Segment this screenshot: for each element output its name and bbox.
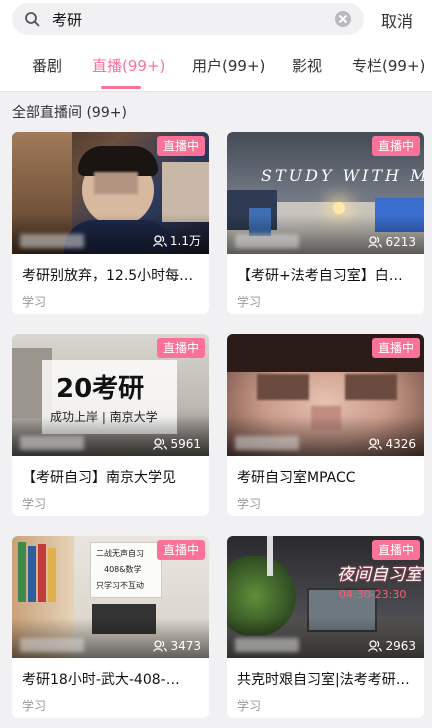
tab-live[interactable]: 直播(99+)	[92, 55, 165, 76]
live-badge: 直播中	[371, 136, 420, 156]
card-tag: 学习	[22, 295, 47, 309]
card-title: 考研自习室MPACC	[237, 470, 356, 486]
live-room-card[interactable]: 二战无声自习 408&数学 只学习不互动 直播中 3473 考研18小时-武大-…	[12, 536, 209, 718]
card-thumbnail: 夜间自习室 04:30-23:30 直播中 2963	[227, 536, 424, 658]
search-box[interactable]	[12, 3, 364, 35]
note-line: 二战无声自习	[96, 549, 144, 558]
viewer-count: 6213	[368, 235, 416, 249]
card-tag: 学习	[237, 295, 262, 309]
section-title: 全部直播间 (99+)	[12, 105, 127, 121]
tab-bangumi[interactable]: 番剧	[32, 55, 62, 76]
streamer-name-blurred	[20, 234, 84, 248]
tab-users[interactable]: 用户(99+)	[192, 55, 265, 76]
live-badge: 直播中	[156, 136, 205, 156]
thumbnail-overlay-text: STUDY WITH ME	[261, 166, 424, 185]
live-badge: 直播中	[156, 540, 205, 560]
card-thumbnail: 直播中 4326	[227, 334, 424, 456]
live-room-card[interactable]: STUDY WITH ME 直播中 6213 【考研+法考自习室】白… 学习	[227, 132, 424, 314]
card-tag: 学习	[22, 497, 47, 511]
viewers-icon	[368, 236, 383, 248]
streamer-name-blurred	[235, 234, 299, 248]
card-thumbnail: 二战无声自习 408&数学 只学习不互动 直播中 3473	[12, 536, 209, 658]
viewer-count: 5961	[153, 437, 201, 451]
note-line: 只学习不互动	[96, 581, 144, 590]
viewer-count: 1.1万	[153, 232, 201, 249]
viewer-count-text: 6213	[385, 235, 416, 249]
streamer-name-blurred	[20, 436, 84, 450]
viewer-count-text: 1.1万	[169, 234, 201, 248]
viewers-icon	[153, 640, 168, 652]
tab-film[interactable]: 影视	[292, 55, 322, 76]
thumbnail-overlay-time: 04:30-23:30	[339, 588, 407, 601]
card-tag: 学习	[237, 497, 262, 511]
card-title: 【考研自习】南京大学见	[22, 470, 176, 486]
viewer-count-text: 5961	[170, 437, 201, 451]
live-room-card[interactable]: 20考研 成功上岸 | 南京大学 直播中 5961 【考研自习】南京大学见 学习	[12, 334, 209, 516]
live-room-card[interactable]: 夜间自习室 04:30-23:30 直播中 2963 共克时艰自习室|法考考研……	[227, 536, 424, 718]
card-thumbnail: STUDY WITH ME 直播中 6213	[227, 132, 424, 254]
viewers-icon	[153, 234, 167, 247]
cancel-button[interactable]: 取消	[381, 8, 413, 32]
live-room-card[interactable]: 直播中 1.1万 考研别放弃，12.5小时每… 学习	[12, 132, 209, 314]
note-line: 408&数学	[104, 565, 142, 574]
viewers-icon	[368, 438, 383, 450]
viewers-icon	[368, 640, 383, 652]
search-input[interactable]	[52, 5, 332, 33]
tabs-divider	[0, 91, 432, 92]
live-badge: 直播中	[371, 338, 420, 358]
viewer-count: 2963	[368, 639, 416, 653]
viewers-icon	[153, 438, 168, 450]
thumbnail-overlay-title: 20考研	[56, 374, 145, 404]
viewer-count-text: 4326	[385, 437, 416, 451]
card-title: 【考研+法考自习室】白…	[237, 268, 403, 284]
clear-icon[interactable]	[335, 11, 351, 27]
tab-articles[interactable]: 专栏(99+)	[352, 55, 425, 76]
live-room-card[interactable]: 直播中 4326 考研自习室MPACC 学习	[227, 334, 424, 516]
card-title: 考研18小时-武大-408-…	[22, 672, 180, 688]
card-title: 考研别放弃，12.5小时每…	[22, 268, 194, 284]
streamer-name-blurred	[235, 638, 299, 652]
viewer-count-text: 2963	[385, 639, 416, 653]
live-badge: 直播中	[371, 540, 420, 560]
viewer-count-text: 3473	[170, 639, 201, 653]
card-tag: 学习	[22, 699, 47, 713]
active-tab-indicator	[101, 86, 141, 89]
card-tag: 学习	[237, 699, 262, 713]
card-title: 共克时艰自习室|法考考研…	[237, 672, 410, 688]
streamer-name-blurred	[20, 638, 84, 652]
live-badge: 直播中	[156, 338, 205, 358]
viewer-count: 4326	[368, 437, 416, 451]
search-bar: 取消	[0, 0, 432, 38]
viewer-count: 3473	[153, 639, 201, 653]
tab-bar: 番剧 直播(99+) 用户(99+) 影视 专栏(99+)	[0, 38, 432, 92]
streamer-name-blurred	[235, 436, 299, 450]
thumbnail-overlay-text: 夜间自习室	[337, 565, 422, 585]
card-thumbnail: 直播中 1.1万	[12, 132, 209, 254]
search-icon	[25, 12, 40, 27]
card-thumbnail: 20考研 成功上岸 | 南京大学 直播中 5961	[12, 334, 209, 456]
